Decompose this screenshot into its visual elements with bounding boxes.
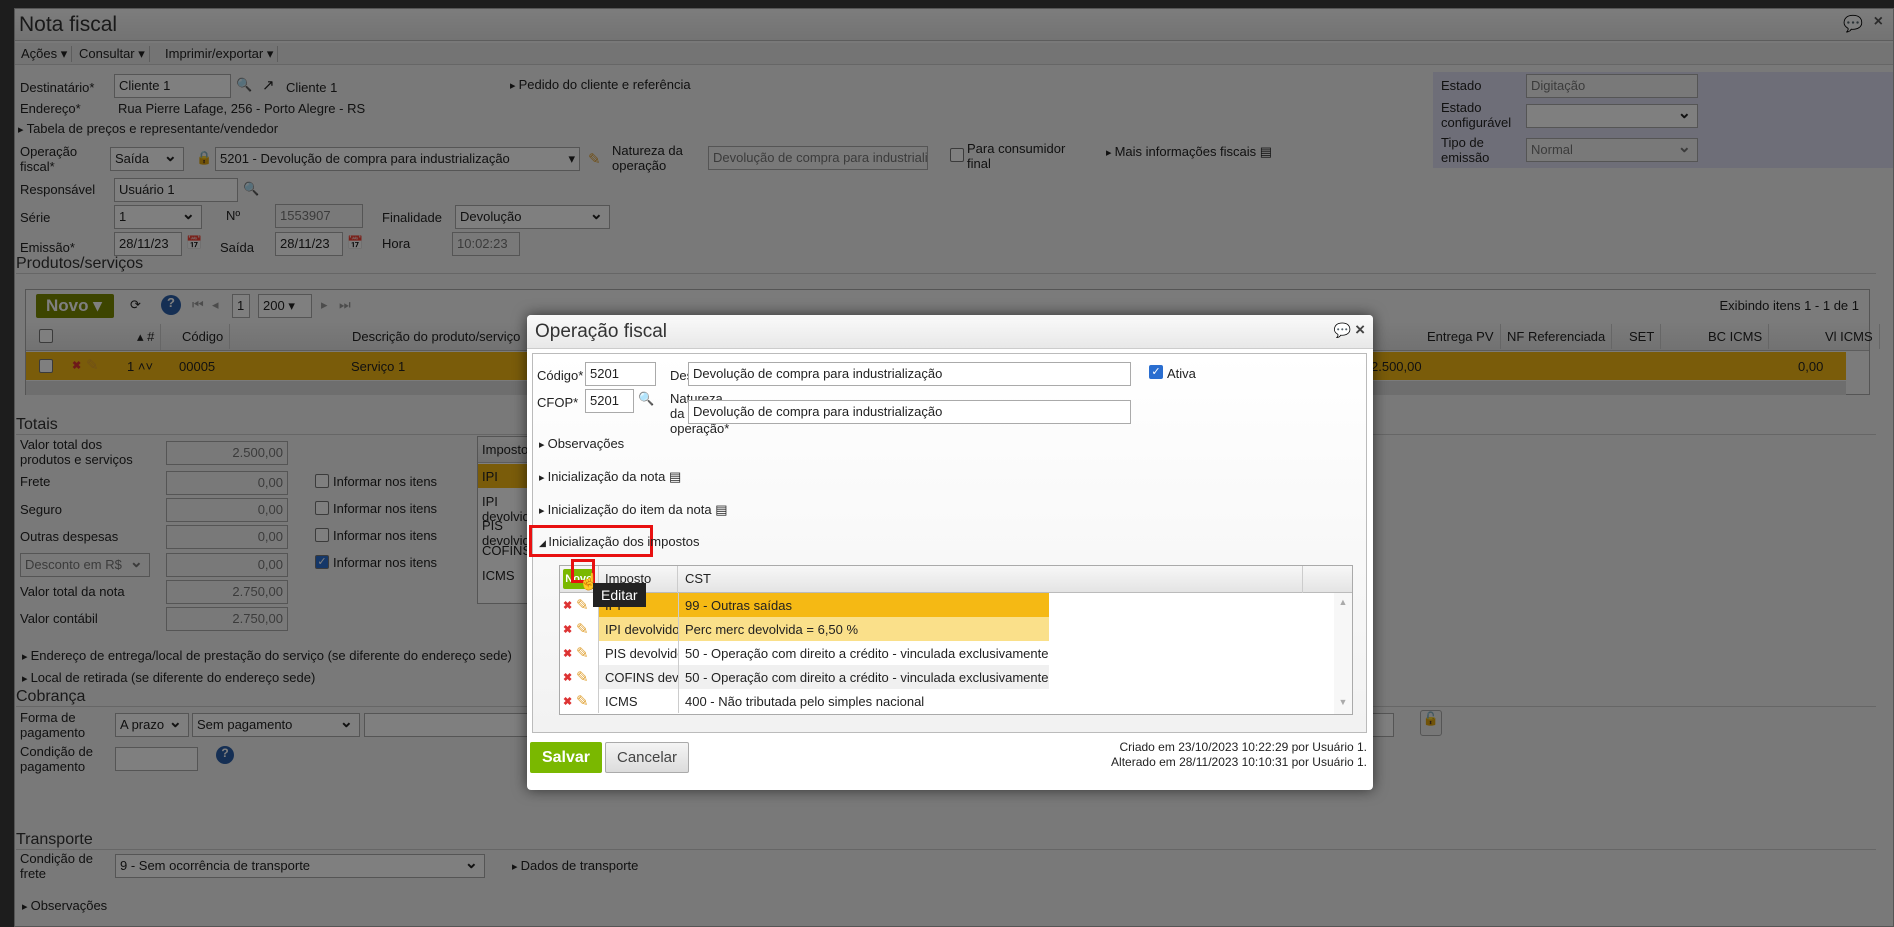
delete-icon[interactable]: ✖	[563, 599, 572, 612]
row-imposto: COFINS dev...	[598, 665, 679, 689]
close-icon[interactable]: ×	[1355, 320, 1365, 340]
table-row[interactable]: ✖ ✎ PIS devolvido 50 - Operação com dire…	[560, 641, 1335, 665]
row-imposto: ICMS	[598, 689, 679, 713]
pencil-icon[interactable]: ✎	[576, 620, 589, 638]
table-row[interactable]: ✖ ✎ IPI devolvido Perc merc devolvida = …	[560, 617, 1335, 641]
init-item-toggle[interactable]: Inicialização do item da nota ▤	[539, 502, 728, 519]
row-cst: 400 - Não tributada pelo simples naciona…	[679, 689, 1239, 713]
descricao-input[interactable]: Devolução de compra para industrializaçã…	[688, 362, 1131, 386]
modified-timestamp: Alterado em 28/11/2023 10:10:31 por Usuá…	[1111, 755, 1367, 769]
pencil-icon[interactable]: ✎	[576, 668, 589, 686]
row-imposto: PIS devolvido	[598, 641, 679, 665]
dialog-title-bar: Operação fiscal 💬 ×	[527, 315, 1373, 349]
natureza-input[interactable]: Devolução de compra para industrializaçã…	[688, 400, 1131, 424]
cfop-input[interactable]: 5201	[585, 389, 634, 413]
operacao-fiscal-dialog: Operação fiscal 💬 × Código* 5201 CFOP* 5…	[527, 315, 1373, 790]
observacoes-toggle[interactable]: Observações	[539, 436, 625, 453]
tooltip: Editar	[593, 583, 646, 607]
comment-icon[interactable]: 💬	[1334, 322, 1351, 339]
vertical-scrollbar[interactable]: ▲ ▼	[1334, 593, 1352, 714]
table-row[interactable]: ✖ ✎ ICMS 400 - Não tributada pelo simple…	[560, 689, 1335, 713]
row-cst: 99 - Outras saídas	[679, 593, 1049, 617]
delete-icon[interactable]: ✖	[563, 671, 572, 684]
search-icon[interactable]: 🔍	[638, 391, 654, 407]
pencil-icon[interactable]: ✎	[576, 692, 589, 710]
row-cst: 50 - Operação com direito a crédito - vi…	[679, 665, 1049, 689]
delete-icon[interactable]: ✖	[563, 695, 572, 708]
col-cst[interactable]: CST	[679, 566, 1303, 593]
cancel-button[interactable]: Cancelar	[605, 742, 689, 773]
impostos-grid-header: Novo Imposto CST	[560, 566, 1352, 593]
dialog-body: Código* 5201 CFOP* 5201 🔍 Descrição* Dev…	[529, 353, 1367, 733]
row-cst: Perc merc devolvida = 6,50 %	[679, 617, 1049, 641]
created-timestamp: Criado em 23/10/2023 10:22:29 por Usuári…	[1119, 740, 1368, 754]
init-impostos-toggle[interactable]: Inicialização dos impostos	[539, 534, 699, 551]
save-button[interactable]: Salvar	[530, 742, 602, 773]
table-row[interactable]: ✖ ✎ IPI 99 - Outras saídas	[560, 593, 1335, 617]
dialog-title: Operação fiscal	[535, 321, 668, 342]
pencil-icon[interactable]: ✎	[576, 596, 589, 614]
ativa-label: Ativa	[1167, 366, 1196, 381]
codigo-input[interactable]: 5201	[585, 362, 656, 386]
delete-icon[interactable]: ✖	[563, 623, 572, 636]
pencil-icon[interactable]: ✎	[576, 644, 589, 662]
row-imposto: IPI devolvido	[598, 617, 679, 641]
impostos-grid: Novo Imposto CST ✖ ✎ IPI 99 - Outras saí…	[559, 565, 1353, 715]
table-row[interactable]: ✖ ✎ COFINS dev... 50 - Operação com dire…	[560, 665, 1335, 689]
cfop-label: CFOP*	[537, 395, 579, 410]
init-nota-toggle[interactable]: Inicialização da nota ▤	[539, 469, 682, 486]
delete-icon[interactable]: ✖	[563, 647, 572, 660]
ativa-checkbox[interactable]: ✓	[1149, 365, 1163, 379]
row-cst: 50 - Operação com direito a crédito - vi…	[679, 641, 1049, 665]
codigo-label: Código*	[537, 368, 584, 383]
